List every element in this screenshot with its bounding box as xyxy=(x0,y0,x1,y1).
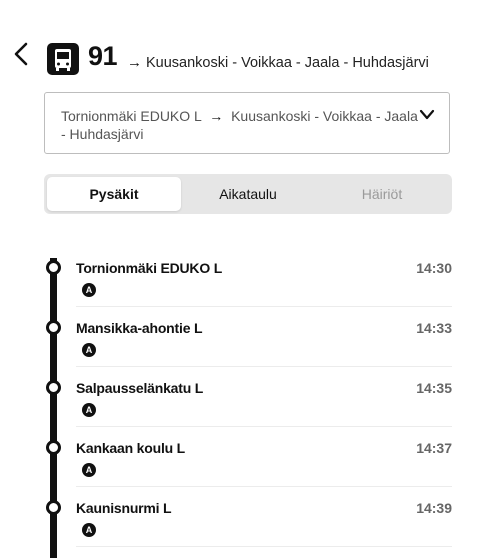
divider xyxy=(76,546,452,547)
stop-marker xyxy=(46,500,61,515)
stop-name: Kankaan koulu L xyxy=(76,440,186,456)
platform-badge: A xyxy=(82,343,96,357)
stop-name: Tornionmäki EDUKO L xyxy=(76,260,223,276)
stop-item[interactable]: Mansikka-ahontie L 14:33 A xyxy=(0,306,504,367)
route-header: 91 → Kuusankoski - Voikkaa - Jaala - Huh… xyxy=(0,0,504,92)
stop-list: Tornionmäki EDUKO L 14:30 A Mansikka-aho… xyxy=(0,240,504,558)
direction-select[interactable]: Tornionmäki EDUKO L → Kuusankoski - Voik… xyxy=(44,92,450,154)
route-destination: Kuusankoski - Voikkaa - Jaala - Huhdasjä… xyxy=(146,55,429,71)
tab-timetable[interactable]: Aikataulu xyxy=(181,177,315,211)
tab-disruptions[interactable]: Häiriöt xyxy=(315,177,449,211)
platform-badge: A xyxy=(82,283,96,297)
stop-item[interactable]: Tornionmäki EDUKO L 14:30 A xyxy=(0,246,504,307)
direction-text: Tornionmäki EDUKO L → Kuusankoski - Voik… xyxy=(61,107,421,143)
stop-item[interactable]: Kankaan koulu L 14:37 A xyxy=(0,426,504,487)
stop-item[interactable]: Salpausselänkatu L 14:35 A xyxy=(0,366,504,427)
route-number: 91 xyxy=(88,41,118,71)
stop-time: 14:37 xyxy=(416,440,452,456)
platform-badge: A xyxy=(82,463,96,477)
back-button[interactable] xyxy=(10,40,32,70)
direction-origin: Tornionmäki EDUKO L xyxy=(61,108,202,124)
platform-badge: A xyxy=(82,523,96,537)
stop-time: 14:39 xyxy=(416,500,452,516)
view-tabs: Pysäkit Aikataulu Häiriöt xyxy=(44,174,452,214)
direction-arrow: → xyxy=(209,108,224,124)
stop-marker xyxy=(46,320,61,335)
stop-name: Kaunisnurmi L xyxy=(76,500,172,516)
chevron-down-icon[interactable] xyxy=(419,109,435,121)
platform-badge: A xyxy=(82,403,96,417)
stop-time: 14:33 xyxy=(416,320,452,336)
stop-item[interactable]: Kaunisnurmi L 14:39 A xyxy=(0,486,504,547)
tab-stops[interactable]: Pysäkit xyxy=(47,177,181,211)
bus-icon xyxy=(47,43,79,75)
stop-name: Salpausselänkatu L xyxy=(76,380,204,396)
stop-marker xyxy=(46,260,61,275)
route-arrow: → xyxy=(127,54,142,71)
stop-marker xyxy=(46,380,61,395)
stop-time: 14:35 xyxy=(416,380,452,396)
stop-time: 14:30 xyxy=(416,260,452,276)
chevron-left-icon[interactable] xyxy=(10,40,32,70)
stop-name: Mansikka-ahontie L xyxy=(76,320,203,336)
stop-marker xyxy=(46,440,61,455)
